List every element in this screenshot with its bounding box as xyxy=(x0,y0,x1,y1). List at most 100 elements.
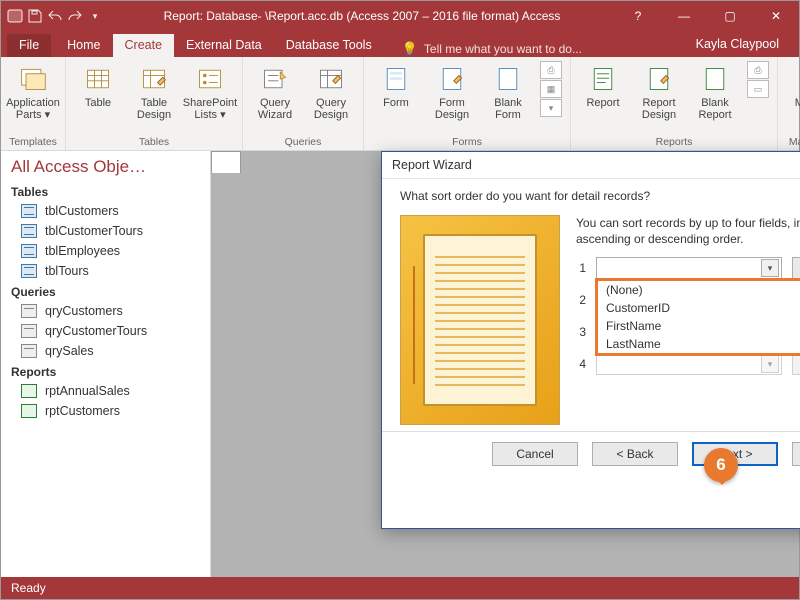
report-design-button[interactable]: Report Design xyxy=(635,61,683,121)
signed-in-user[interactable]: Kayla Claypool xyxy=(696,37,793,57)
table-button[interactable]: Table xyxy=(74,61,122,109)
tab-external-data[interactable]: External Data xyxy=(174,34,274,57)
form-label: Form xyxy=(383,97,409,109)
table-object-icon xyxy=(21,244,37,258)
report-label: Report xyxy=(586,97,619,109)
query-design-button[interactable]: Query Design xyxy=(307,61,355,121)
table-design-label: Table Design xyxy=(137,97,171,121)
nav-item-rptcustomers[interactable]: rptCustomers xyxy=(1,401,210,421)
help-button[interactable]: ? xyxy=(615,1,661,31)
blank-report-button[interactable]: Blank Report xyxy=(691,61,739,121)
query-wizard-button[interactable]: Query Wizard xyxy=(251,61,299,121)
nav-section-queries[interactable]: Queries xyxy=(1,281,210,301)
sharepoint-lists-label: SharePoint Lists ▾ xyxy=(183,97,237,121)
group-forms: Form Form Design Blank Form ⎙ ▦ ▾ Forms xyxy=(364,57,571,150)
blank-report-label: Blank Report xyxy=(698,97,731,121)
blank-form-label: Blank Form xyxy=(494,97,522,121)
nav-item-qrycustomertours[interactable]: qryCustomerTours xyxy=(1,321,210,341)
tab-database-tools[interactable]: Database Tools xyxy=(274,34,384,57)
sort-direction-4-button: Ascending xyxy=(792,353,800,375)
finish-button[interactable]: Finish xyxy=(792,442,800,466)
title-bar: ▾ Report: Database- \Report.acc.db (Acce… xyxy=(1,1,799,31)
navigation-icon[interactable]: ▦ xyxy=(540,80,562,98)
query-object-icon xyxy=(21,344,37,358)
macro-button[interactable]: Macro ▾ xyxy=(786,61,800,121)
forms-extra-column: ⎙ ▦ ▾ xyxy=(540,61,562,117)
nav-item-tbltours[interactable]: tblTours xyxy=(1,261,210,281)
report-wizard-icon[interactable]: ⎙ xyxy=(747,61,769,79)
app-icon xyxy=(7,8,23,24)
nav-item-tblcustomers[interactable]: tblCustomers xyxy=(1,201,210,221)
navigation-pane: All Access Obje… Tables tblCustomers tbl… xyxy=(1,151,211,577)
query-design-icon xyxy=(315,63,347,95)
application-parts-button[interactable]: Application Parts ▾ xyxy=(9,61,57,121)
report-object-icon xyxy=(21,384,37,398)
cancel-button[interactable]: Cancel xyxy=(492,442,578,466)
ribbon: Application Parts ▾ Templates Table Tabl… xyxy=(1,57,799,151)
nav-section-reports[interactable]: Reports xyxy=(1,361,210,381)
dropdown-option-none[interactable]: (None) xyxy=(598,281,800,299)
status-text: Ready xyxy=(11,581,46,595)
query-wizard-label: Query Wizard xyxy=(258,97,292,121)
form-design-label: Form Design xyxy=(435,97,469,121)
qat-more-icon[interactable]: ▾ xyxy=(87,8,103,24)
sort-row-1-number: 1 xyxy=(576,261,586,275)
document-area: Report Wizard What sort order do you wan… xyxy=(211,151,799,577)
table-object-icon xyxy=(21,224,37,238)
nav-section-tables[interactable]: Tables xyxy=(1,181,210,201)
redo-icon[interactable] xyxy=(67,8,83,24)
restore-button[interactable]: ▢ xyxy=(707,1,753,31)
sort-area: You can sort records by up to four field… xyxy=(576,215,800,425)
nav-header[interactable]: All Access Obje… xyxy=(1,151,210,181)
sort-field-1-combo[interactable]: ▾ (None) CustomerID FirstName LastName xyxy=(596,257,782,279)
sort-row-2-number: 2 xyxy=(576,293,586,307)
blank-form-button[interactable]: Blank Form xyxy=(484,61,532,121)
macro-label: Macro ▾ xyxy=(795,97,800,121)
form-design-button[interactable]: Form Design xyxy=(428,61,476,121)
tell-me-search[interactable]: 💡 Tell me what you want to do... xyxy=(384,41,696,57)
sort-direction-1-button[interactable]: Ascending xyxy=(792,257,800,279)
report-object-icon xyxy=(21,404,37,418)
more-forms-icon[interactable]: ▾ xyxy=(540,99,562,117)
window-buttons: ? — ▢ ✕ xyxy=(615,1,799,31)
wizard-preview-image xyxy=(400,215,560,425)
dropdown-option-lastname[interactable]: LastName xyxy=(598,335,800,353)
blank-report-icon xyxy=(699,63,731,95)
document-tab[interactable] xyxy=(211,151,241,173)
tab-home[interactable]: Home xyxy=(55,34,112,57)
tab-create[interactable]: Create xyxy=(113,34,175,57)
callout-6-next: 6 xyxy=(704,448,738,482)
nav-item-tblemployees[interactable]: tblEmployees xyxy=(1,241,210,261)
nav-item-tblcustomertours[interactable]: tblCustomerTours xyxy=(1,221,210,241)
dropdown-option-customerid[interactable]: CustomerID xyxy=(598,299,800,317)
tab-file[interactable]: File xyxy=(7,34,51,57)
form-button[interactable]: Form xyxy=(372,61,420,109)
report-icon xyxy=(587,63,619,95)
application-parts-icon xyxy=(17,63,49,95)
nav-item-qrysales[interactable]: qrySales xyxy=(1,341,210,361)
minimize-button[interactable]: — xyxy=(661,1,707,31)
sort-hint: You can sort records by up to four field… xyxy=(576,215,800,247)
report-wizard-dialog: Report Wizard What sort order do you wan… xyxy=(381,151,800,529)
sort-row-4-number: 4 xyxy=(576,357,586,371)
nav-item-qrycustomers[interactable]: qryCustomers xyxy=(1,301,210,321)
undo-icon[interactable] xyxy=(47,8,63,24)
dialog-title: Report Wizard xyxy=(382,152,800,179)
report-button[interactable]: Report xyxy=(579,61,627,109)
dropdown-option-firstname[interactable]: FirstName xyxy=(598,317,800,335)
group-reports-label: Reports xyxy=(579,134,769,148)
labels-icon[interactable]: ▭ xyxy=(747,80,769,98)
quick-access-toolbar: ▾ xyxy=(1,8,109,24)
chevron-down-icon: ▾ xyxy=(761,355,779,373)
back-button[interactable]: < Back xyxy=(592,442,678,466)
sort-row-1: 1 ▾ (None) CustomerID FirstName LastName xyxy=(576,257,800,279)
application-parts-label: Application Parts ▾ xyxy=(6,97,60,121)
sharepoint-lists-button[interactable]: SharePoint Lists ▾ xyxy=(186,61,234,121)
report-design-icon xyxy=(643,63,675,95)
nav-item-rptannualsales[interactable]: rptAnnualSales xyxy=(1,381,210,401)
save-icon[interactable] xyxy=(27,8,43,24)
close-button[interactable]: ✕ xyxy=(753,1,799,31)
table-design-button[interactable]: Table Design xyxy=(130,61,178,121)
form-wizard-icon[interactable]: ⎙ xyxy=(540,61,562,79)
form-design-icon xyxy=(436,63,468,95)
